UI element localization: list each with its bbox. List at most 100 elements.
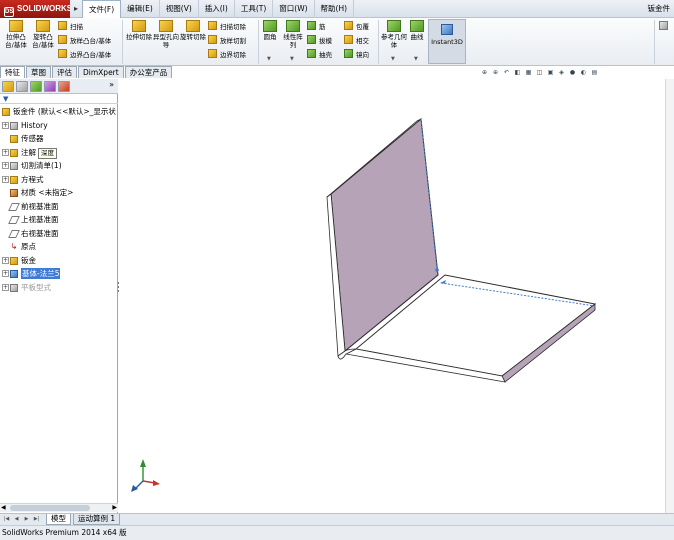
instant3d-button[interactable]: Instant3D: [428, 19, 466, 64]
rib-button[interactable]: 筋: [307, 21, 326, 33]
last-tab-arrow-icon[interactable]: ▶|: [32, 515, 41, 524]
toolbar-overflow-handle[interactable]: [659, 21, 671, 33]
feature-filter[interactable]: ▼: [0, 94, 118, 104]
tree-item-equations[interactable]: + 方程式: [0, 173, 118, 187]
tree-item-history[interactable]: + History: [0, 119, 118, 133]
wrap-button[interactable]: 包覆: [344, 21, 369, 33]
tree-item-material[interactable]: 材质 <未指定>: [0, 186, 118, 200]
revolve-boss-button[interactable]: 旋转凸台/基体: [30, 20, 56, 49]
plane-icon: [8, 229, 20, 238]
apply-scene-icon[interactable]: ◐: [579, 68, 588, 77]
lofted-cut-icon: [208, 35, 217, 44]
lofted-cut-button[interactable]: 放样切割: [208, 35, 246, 47]
menu-window[interactable]: 窗口(W): [273, 0, 315, 18]
swept-cut-button[interactable]: 扫描切除: [208, 21, 246, 33]
reference-geometry-dropdown-icon[interactable]: ▼: [391, 56, 395, 62]
dimxpert-manager-tab-icon[interactable]: [44, 81, 56, 92]
tree-root-part[interactable]: 钣金件 (默认<<默认>_显示状: [0, 105, 118, 119]
property-manager-tab-icon[interactable]: [16, 81, 28, 92]
dynamic-annotation-icon[interactable]: ▦: [524, 68, 533, 77]
curves-button[interactable]: 曲线: [408, 20, 426, 41]
hole-wizard-button[interactable]: 异型孔向导: [153, 20, 179, 49]
tree-item-annotations[interactable]: + 注解: [0, 146, 118, 160]
extrude-cut-button[interactable]: 拉伸切除: [126, 20, 152, 41]
configuration-manager-tab-icon[interactable]: [30, 81, 42, 92]
loft-boss-button[interactable]: 放样凸台/基体: [58, 35, 111, 47]
fillet-dropdown-icon[interactable]: ▼: [267, 56, 271, 62]
scrollbar-thumb[interactable]: [10, 505, 90, 511]
tab-features[interactable]: 特征: [0, 66, 25, 78]
tab-dimxpert[interactable]: DimXpert: [78, 66, 124, 78]
boundary-cut-button[interactable]: 边界切除: [208, 49, 246, 61]
view-orientation-icon[interactable]: ◫: [535, 68, 544, 77]
expand-toggle-icon[interactable]: +: [2, 256, 9, 264]
zoom-to-area-icon[interactable]: ⊕: [491, 68, 500, 77]
display-style-icon[interactable]: ▣: [546, 68, 555, 77]
tab-evaluate[interactable]: 评估: [52, 66, 77, 78]
tree-item-flat-pattern[interactable]: + 平板型式: [0, 281, 118, 295]
edit-appearance-icon[interactable]: ●: [568, 68, 577, 77]
hide-show-items-icon[interactable]: ◈: [557, 68, 566, 77]
reference-geometry-button[interactable]: 参考几何体: [381, 20, 407, 49]
base-flange-icon: [10, 270, 18, 278]
solidworks-logo[interactable]: DS SOLIDWORKS: [0, 0, 70, 18]
tree-item-origin[interactable]: ↳ 原点: [0, 240, 118, 254]
intersect-button[interactable]: 相交: [344, 35, 369, 47]
next-tab-arrow-icon[interactable]: ▶: [22, 515, 31, 524]
tree-item-sensors[interactable]: 传感器: [0, 132, 118, 146]
sweep-button[interactable]: 扫描: [58, 21, 83, 33]
fillet-button[interactable]: 圆角: [261, 20, 279, 41]
expand-toggle-icon[interactable]: +: [2, 162, 9, 169]
expand-toggle-icon[interactable]: +: [2, 283, 9, 291]
tree-item-top-plane[interactable]: 上视基准面: [0, 213, 118, 227]
scroll-right-icon[interactable]: ▶: [112, 504, 117, 511]
shell-button[interactable]: 抽壳: [307, 49, 332, 61]
boundary-cut-label: 边界切除: [220, 51, 246, 59]
menu-help[interactable]: 帮助(H): [315, 0, 355, 18]
section-view-icon[interactable]: ◧: [513, 68, 522, 77]
menu-edit[interactable]: 编辑(E): [121, 0, 160, 18]
sheet-metal-model[interactable]: [119, 79, 665, 513]
tree-item-base-flange[interactable]: + 基体-法兰5: [0, 267, 118, 281]
revolve-cut-button[interactable]: 旋转切除: [180, 20, 206, 41]
mirror-button[interactable]: 镜向: [344, 49, 369, 61]
boundary-boss-button[interactable]: 边界凸台/基体: [58, 49, 111, 61]
pattern-dropdown-icon[interactable]: ▼: [290, 56, 294, 62]
feature-manager-tab-icon[interactable]: [2, 81, 14, 92]
selected-vertex[interactable]: [435, 268, 439, 272]
graphics-area[interactable]: [119, 79, 674, 513]
draft-button[interactable]: 拔模: [307, 35, 332, 47]
first-tab-arrow-icon[interactable]: |◀: [2, 515, 11, 524]
tab-motion-study[interactable]: 运动算例 1: [73, 514, 121, 525]
expand-toggle-icon[interactable]: +: [2, 121, 9, 129]
graphics-area-scrollbar[interactable]: [665, 79, 674, 513]
tree-item-right-plane[interactable]: 右视基准面: [0, 227, 118, 241]
expand-toggle-icon[interactable]: +: [2, 270, 9, 277]
prev-tab-arrow-icon[interactable]: ◀: [12, 515, 21, 524]
tree-item-sheet-metal[interactable]: + 钣金: [0, 254, 118, 268]
previous-view-icon[interactable]: ↶: [502, 68, 511, 77]
collapse-panel-icon[interactable]: »: [109, 80, 114, 89]
tree-item-front-plane[interactable]: 前视基准面: [0, 200, 118, 214]
linear-pattern-button[interactable]: 线性阵列: [281, 20, 305, 49]
scroll-left-icon[interactable]: ◀: [1, 504, 6, 511]
extrude-boss-icon: [9, 20, 23, 32]
tree-item-cut-list[interactable]: + 切割清单(1): [0, 159, 118, 173]
tab-sketch[interactable]: 草图: [26, 66, 51, 78]
extrude-boss-button[interactable]: 拉伸凸台/基体: [3, 20, 29, 49]
menu-expand-arrow-icon[interactable]: ▸: [71, 3, 81, 15]
menu-tools[interactable]: 工具(T): [235, 0, 274, 18]
expand-toggle-icon[interactable]: +: [2, 175, 9, 183]
tab-model[interactable]: 模型: [46, 514, 71, 525]
display-manager-tab-icon[interactable]: [58, 81, 70, 92]
curves-dropdown-icon[interactable]: ▼: [414, 56, 418, 62]
view-settings-icon[interactable]: ▤: [590, 68, 599, 77]
tab-office-products[interactable]: 办公室产品: [124, 66, 173, 78]
feature-tree-horizontal-scrollbar[interactable]: ◀ ▶: [0, 503, 118, 512]
wrap-icon: [344, 21, 353, 30]
menu-view[interactable]: 视图(V): [160, 0, 199, 18]
menu-file[interactable]: 文件(F): [82, 0, 122, 18]
zoom-to-fit-icon[interactable]: ⊕: [480, 68, 489, 77]
expand-toggle-icon[interactable]: +: [2, 148, 9, 156]
menu-insert[interactable]: 插入(I): [199, 0, 235, 18]
